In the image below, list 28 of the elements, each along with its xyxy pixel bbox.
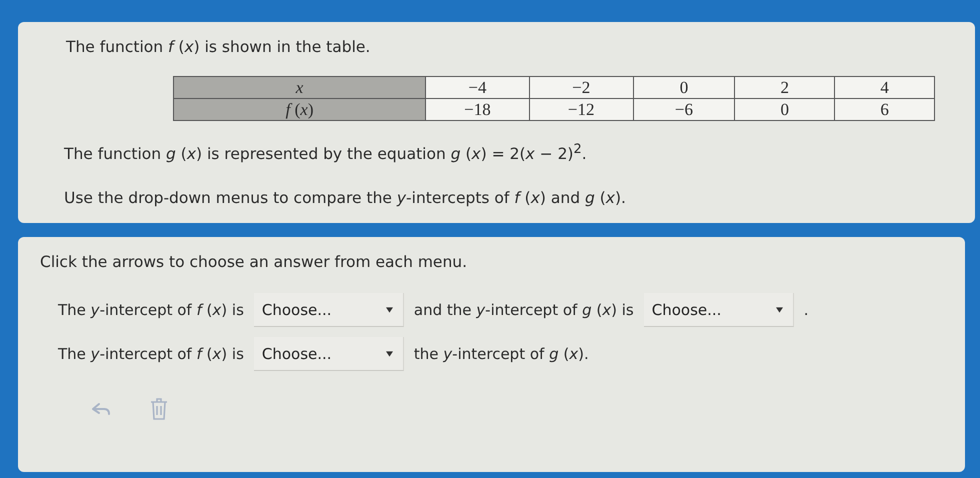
dropdown[interactable]: Choose... — [644, 293, 794, 328]
sentence-text: . — [804, 301, 809, 320]
table-cell: 0 — [633, 76, 735, 98]
table-cell: 4 — [834, 76, 934, 98]
sentence-text: The y-intercept of f (x) is — [58, 345, 244, 364]
caret-icon — [776, 306, 783, 313]
sentence-text: and the y-intercept of g (x) is — [414, 301, 634, 320]
caret-icon — [386, 350, 393, 357]
dropdown[interactable]: Choose... — [254, 337, 404, 372]
table-cell: 2 — [734, 76, 835, 98]
question-text: The function f (x) is shown in the table. — [66, 37, 372, 58]
table-cell: 6 — [834, 98, 934, 120]
task-text: Use the drop-down menus to compare the y-intercepts of f (x) and g (x). — [64, 188, 627, 210]
table-cell: 0 — [734, 98, 835, 120]
sentence-text: The y-intercept of f (x) is — [58, 301, 244, 320]
table-cell: −4 — [426, 76, 530, 98]
table-cell: −18 — [426, 98, 530, 120]
table-cell: −12 — [529, 98, 634, 120]
equation-text: The function g (x) is represented by the equation g (x) = 2(x − 2)$^{2}$. — [64, 141, 588, 166]
instruction-text: Click the arrows to choose an answer from each menu. — [40, 252, 468, 274]
row-header: f (x) — [174, 98, 426, 120]
table-cell: −2 — [529, 76, 634, 98]
sentence-text: the y-intercept of g (x). — [414, 345, 589, 364]
row-header: x — [174, 76, 426, 98]
dropdown[interactable]: Choose... — [254, 293, 404, 328]
trash-icon[interactable] — [148, 395, 170, 422]
caret-icon — [386, 306, 393, 313]
table-cell: −6 — [633, 98, 735, 120]
